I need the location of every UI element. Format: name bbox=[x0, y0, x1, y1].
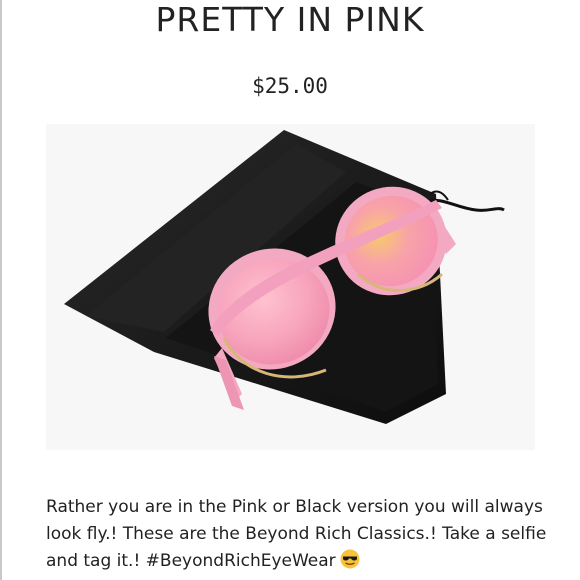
description-text: Rather you are in the Pink or Black vers… bbox=[46, 497, 547, 571]
sunglasses-on-pouch-image bbox=[46, 124, 535, 450]
product-photo[interactable] bbox=[46, 124, 535, 450]
product-price: $25.00 bbox=[252, 74, 328, 98]
product-description: Rather you are in the Pink or Black vers… bbox=[46, 494, 566, 578]
sunglasses-face-emoji-icon bbox=[340, 549, 360, 578]
product-title: PRETTY IN PINK bbox=[155, 0, 425, 39]
